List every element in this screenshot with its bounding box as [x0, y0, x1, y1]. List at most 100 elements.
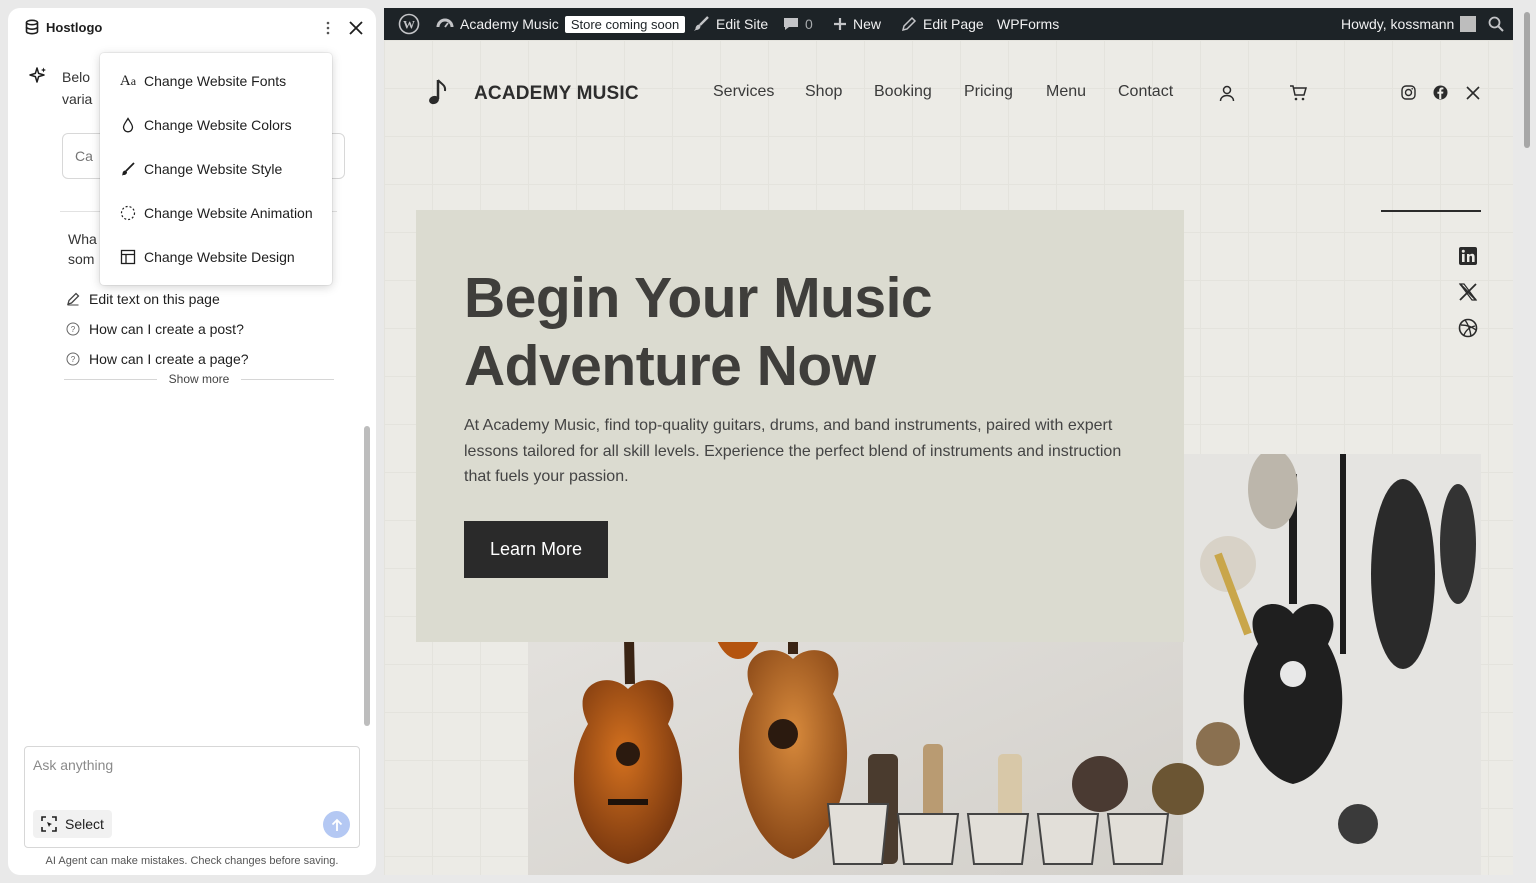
nav-contact[interactable]: Contact — [1118, 83, 1173, 101]
search-icon — [1488, 16, 1504, 32]
nav-services[interactable]: Services — [713, 83, 774, 101]
learn-more-button[interactable]: Learn More — [464, 521, 608, 578]
suggestion-label: How can I create a page? — [89, 351, 249, 367]
ask-box: Select — [24, 746, 360, 848]
comment-icon — [784, 18, 798, 30]
x-twitter-icon[interactable] — [1466, 86, 1480, 100]
close-panel-button[interactable] — [346, 18, 366, 38]
site-name: Academy Music — [460, 16, 559, 32]
site-preview: W Academy Music Store coming soon Edit S… — [384, 8, 1513, 875]
question-circle-icon: ? — [66, 322, 80, 336]
svg-text:?: ? — [71, 325, 76, 334]
plus-icon — [834, 18, 846, 30]
ai-assistant-panel: Hostlogo Belo varia Wha som Edit text on… — [8, 8, 376, 875]
nav-menu[interactable]: Menu — [1046, 83, 1086, 101]
edit-site-link[interactable]: Edit Site — [692, 8, 768, 40]
hero-title: Begin Your Music Adventure Now — [464, 266, 933, 398]
pencil-icon — [67, 292, 80, 306]
brand: Hostlogo — [24, 19, 102, 35]
dribbble-icon[interactable] — [1458, 318, 1478, 338]
wordpress-logo-button[interactable]: W — [398, 8, 420, 40]
comments-count: 0 — [805, 16, 813, 32]
select-element-button[interactable]: Select — [33, 810, 112, 838]
cart-icon[interactable] — [1289, 84, 1307, 102]
site-scrollbar[interactable] — [1521, 8, 1536, 875]
brush-icon — [118, 159, 138, 179]
nav-booking[interactable]: Booking — [874, 83, 932, 101]
account-icon[interactable] — [1218, 84, 1236, 102]
website-options-menu: Aa Change Website Fonts Change Website C… — [100, 53, 332, 285]
avatar — [1460, 16, 1477, 32]
menu-item-label: Change Website Style — [144, 161, 283, 177]
divider — [241, 378, 335, 380]
disclaimer: AI Agent can make mistakes. Check change… — [45, 855, 339, 867]
comments-link[interactable]: 0 — [783, 8, 813, 40]
font-icon: Aa — [119, 72, 137, 89]
menu-item-label: Change Website Animation — [144, 205, 313, 221]
show-more-row: Show more — [64, 372, 335, 386]
new-label: New — [853, 16, 882, 32]
howdy-label: Howdy, kossmann — [1341, 16, 1455, 32]
wpforms-label: WPForms — [997, 16, 1060, 32]
svg-text:?: ? — [71, 355, 76, 364]
wordpress-icon: W — [398, 13, 420, 35]
send-button[interactable] — [323, 811, 350, 838]
menu-item-change-colors[interactable]: Change Website Colors — [118, 103, 292, 147]
svg-text:W: W — [403, 18, 415, 32]
database-icon — [25, 19, 39, 35]
menu-item-label: Change Website Colors — [144, 117, 292, 133]
divider — [64, 378, 157, 380]
accent-line — [1381, 210, 1481, 212]
instagram-icon[interactable] — [1401, 85, 1416, 100]
admin-search-button[interactable] — [1488, 8, 1504, 40]
store-status-badge: Store coming soon — [564, 15, 686, 33]
menu-item-change-design[interactable]: Change Website Design — [118, 235, 295, 279]
sparkle-icon — [29, 67, 46, 83]
nav-shop[interactable]: Shop — [805, 83, 842, 101]
suggestion-label: Edit text on this page — [89, 291, 220, 307]
menu-item-label: Change Website Fonts — [144, 73, 287, 89]
wpforms-link[interactable]: WPForms — [997, 8, 1059, 40]
edit-page-label: Edit Page — [923, 16, 984, 32]
menu-item-change-fonts[interactable]: Aa Change Website Fonts — [118, 59, 286, 103]
suggestion-edit-text[interactable]: Edit text on this page — [66, 291, 220, 307]
facebook-icon[interactable] — [1433, 85, 1448, 100]
select-frame-icon — [41, 816, 57, 832]
edit-site-label: Edit Site — [716, 16, 769, 32]
wp-admin-bar: W Academy Music Store coming soon Edit S… — [384, 8, 1513, 40]
panel-scrollbar[interactable] — [364, 426, 370, 726]
nav-pricing[interactable]: Pricing — [964, 83, 1013, 101]
droplet-icon — [118, 115, 138, 135]
menu-item-change-style[interactable]: Change Website Style — [118, 147, 282, 191]
suggestion-create-page[interactable]: ? How can I create a page? — [66, 351, 249, 367]
select-label: Select — [65, 816, 104, 832]
more-options-button[interactable] — [318, 18, 338, 38]
ask-input[interactable] — [33, 757, 343, 773]
layout-icon — [118, 247, 138, 267]
close-icon — [349, 21, 363, 35]
site-title[interactable]: ACADEMY MUSIC — [474, 83, 639, 105]
music-note-icon[interactable] — [428, 78, 450, 108]
edit-page-link[interactable]: Edit Page — [901, 8, 984, 40]
suggestion-create-post[interactable]: ? How can I create a post? — [66, 321, 244, 337]
pencil-icon — [901, 16, 917, 32]
brand-name: Hostlogo — [46, 19, 103, 35]
linkedin-icon[interactable] — [1458, 246, 1478, 266]
arrow-up-icon — [331, 818, 342, 831]
show-more-button[interactable]: Show more — [157, 372, 242, 386]
panel-header: Hostlogo — [8, 8, 376, 48]
dashed-circle-icon — [118, 203, 138, 223]
scrollbar-thumb[interactable] — [1524, 12, 1530, 148]
question-circle-icon: ? — [66, 352, 80, 366]
new-content-link[interactable]: New — [833, 8, 881, 40]
suggestion-label: How can I create a post? — [89, 321, 244, 337]
site-name-link[interactable]: Academy Music Store coming soon — [436, 8, 686, 40]
menu-item-label: Change Website Design — [144, 249, 295, 265]
hero-description: At Academy Music, find top-quality guita… — [464, 417, 1122, 485]
menu-item-change-animation[interactable]: Change Website Animation — [118, 191, 313, 235]
kebab-icon — [326, 21, 330, 35]
hero-card: Begin Your Music Adventure Now At Academ… — [416, 210, 1184, 642]
account-menu[interactable]: Howdy, kossmann — [1341, 8, 1477, 40]
x-twitter-icon[interactable] — [1458, 282, 1478, 302]
dashboard-icon — [436, 18, 454, 28]
